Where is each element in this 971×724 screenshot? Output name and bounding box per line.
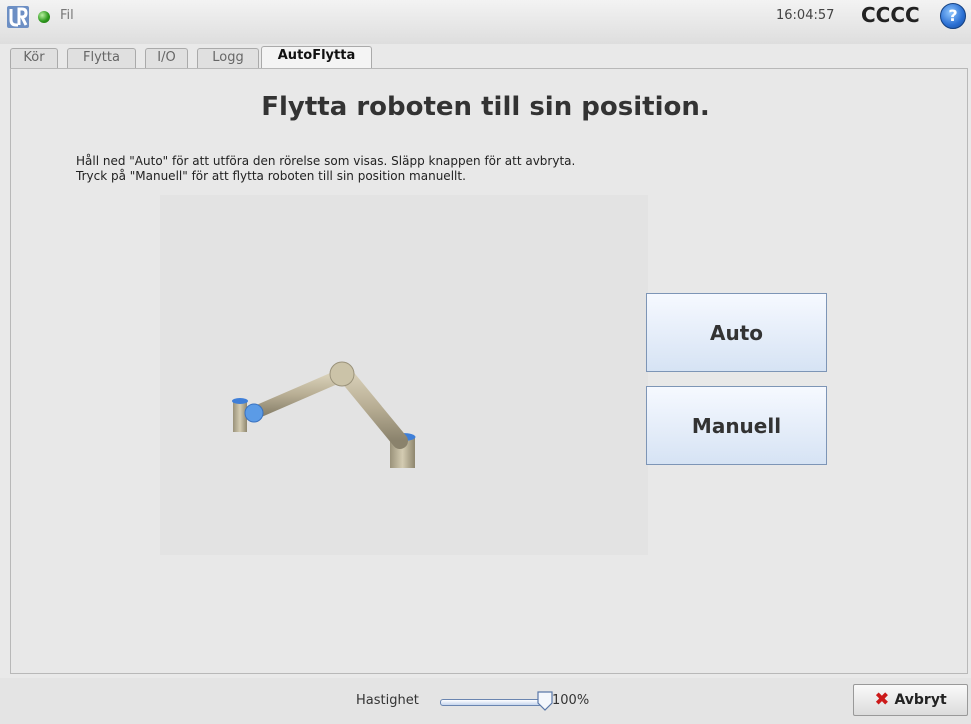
tab-logg[interactable]: Logg	[197, 48, 259, 68]
tab-autoflytta[interactable]: AutoFlytta	[261, 46, 372, 68]
tab-flytta[interactable]: Flytta	[67, 48, 136, 68]
cancel-button[interactable]: ✖ Avbryt	[853, 684, 968, 716]
robot-name: CCCC	[861, 3, 920, 27]
tab-kor[interactable]: Kör	[10, 48, 58, 68]
instruction-line-2: Tryck på "Manuell" för att flytta robote…	[76, 169, 466, 183]
instruction-line-1: Håll ned "Auto" för att utföra den rörel…	[76, 154, 576, 168]
help-icon[interactable]: ?	[940, 3, 966, 29]
ur-logo-icon	[7, 6, 29, 28]
robot-3d-view[interactable]	[160, 195, 648, 555]
tab-io[interactable]: I/O	[145, 48, 188, 68]
clock: 16:04:57	[776, 8, 835, 23]
close-icon: ✖	[874, 689, 890, 710]
file-menu[interactable]: Fil	[60, 8, 74, 23]
speed-label: Hastighet	[356, 693, 419, 708]
page-title: Flytta roboten till sin position.	[261, 92, 710, 122]
auto-button[interactable]: Auto	[646, 293, 827, 372]
cancel-label: Avbryt	[894, 692, 947, 708]
robot-arm-illustration	[232, 361, 416, 468]
status-dot-icon	[38, 11, 50, 23]
speed-slider-track[interactable]	[440, 699, 542, 706]
speed-value: 100%	[552, 693, 590, 708]
manual-button[interactable]: Manuell	[646, 386, 827, 465]
speed-slider-thumb[interactable]	[537, 691, 553, 711]
top-bar: Fil 16:04:57 CCCC ?	[0, 0, 971, 44]
